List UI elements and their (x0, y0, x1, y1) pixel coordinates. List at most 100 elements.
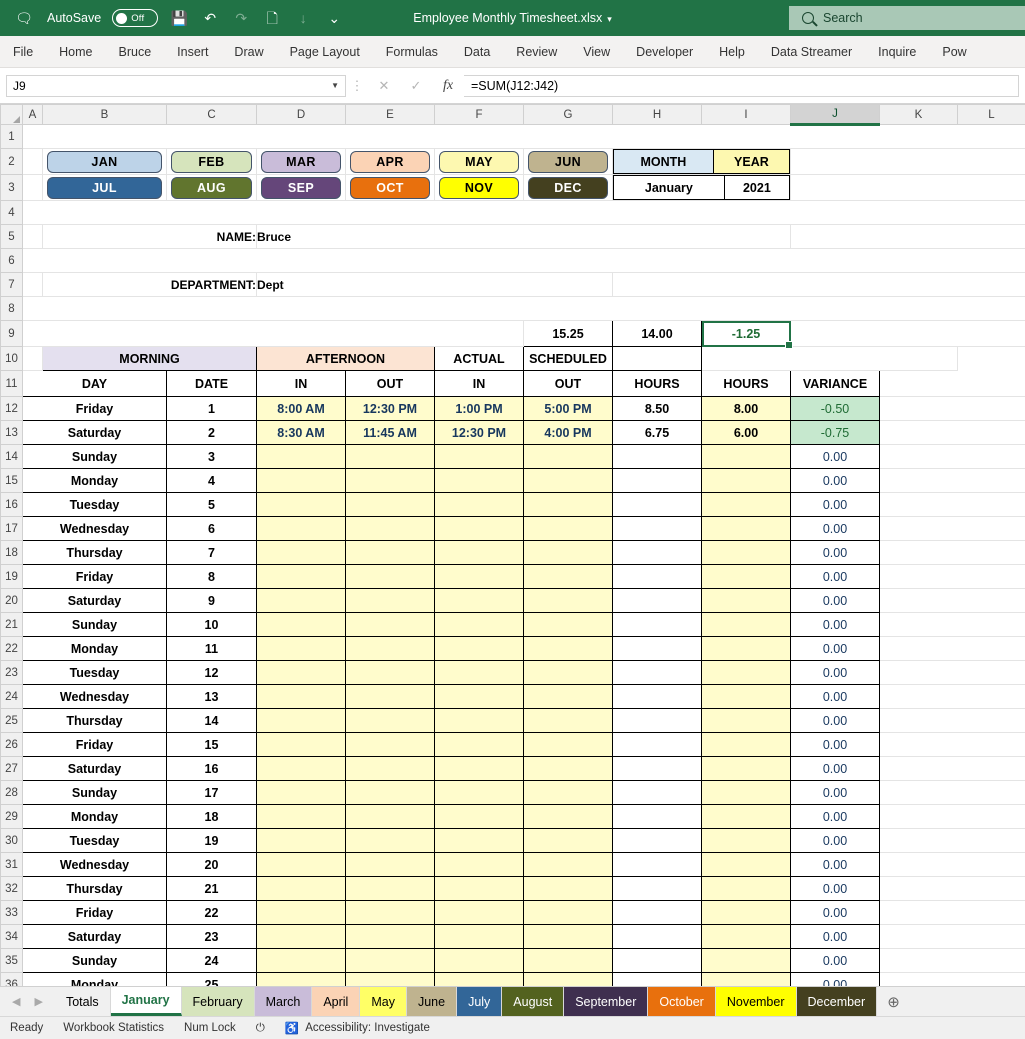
column-header-I[interactable]: I (702, 105, 791, 125)
afternoon-in-cell[interactable] (435, 925, 524, 949)
scheduled-hours-cell[interactable] (702, 757, 791, 781)
month-button-jun[interactable]: JUN (528, 151, 608, 173)
day-cell[interactable]: Saturday (23, 757, 167, 781)
month-button-mar[interactable]: MAR (261, 151, 341, 173)
ribbon-tab-inquire[interactable]: Inquire (865, 36, 929, 68)
scheduled-hours-cell[interactable] (702, 613, 791, 637)
month-button-cell[interactable]: APR (346, 149, 435, 175)
sheet-tab-may[interactable]: May (360, 987, 407, 1016)
date-cell[interactable]: 18 (167, 805, 257, 829)
afternoon-in-cell[interactable] (435, 709, 524, 733)
day-cell[interactable]: Thursday (23, 709, 167, 733)
morning-out-cell[interactable] (346, 565, 435, 589)
variance-cell[interactable]: 0.00 (791, 709, 880, 733)
morning-in-cell[interactable] (257, 589, 346, 613)
morning-out-cell[interactable] (346, 733, 435, 757)
month-button-nov[interactable]: NOV (439, 177, 519, 199)
afternoon-out-cell[interactable] (524, 517, 613, 541)
actual-hours-cell[interactable] (613, 877, 702, 901)
sheet-tab-august[interactable]: August (502, 987, 564, 1016)
ribbon-tab-page-layout[interactable]: Page Layout (277, 36, 373, 68)
afternoon-out-cell[interactable] (524, 685, 613, 709)
row-header-16[interactable]: 16 (1, 493, 23, 517)
afternoon-out-cell[interactable] (524, 829, 613, 853)
morning-out-cell[interactable] (346, 493, 435, 517)
morning-out-cell[interactable]: 12:30 PM (346, 397, 435, 421)
empty-cell[interactable] (880, 445, 1025, 469)
scheduled-hours-cell[interactable] (702, 901, 791, 925)
empty-cell[interactable] (23, 225, 43, 249)
day-cell[interactable]: Friday (23, 901, 167, 925)
empty-cell[interactable] (880, 517, 1025, 541)
afternoon-out-cell[interactable] (524, 661, 613, 685)
actual-hours-cell[interactable] (613, 469, 702, 493)
row-header-11[interactable]: 11 (1, 371, 23, 397)
day-cell[interactable]: Monday (23, 469, 167, 493)
row-header-4[interactable]: 4 (1, 201, 23, 225)
empty-cell[interactable] (613, 273, 1025, 297)
actual-hours-cell[interactable] (613, 541, 702, 565)
empty-cell[interactable] (880, 541, 1025, 565)
ribbon-tab-data[interactable]: Data (451, 36, 503, 68)
empty-cell[interactable] (880, 493, 1025, 517)
morning-in-cell[interactable] (257, 949, 346, 973)
row-header-13[interactable]: 13 (1, 421, 23, 445)
empty-cell[interactable] (880, 709, 1025, 733)
column-header-B[interactable]: B (43, 105, 167, 125)
day-cell[interactable]: Friday (23, 397, 167, 421)
empty-cell[interactable] (880, 757, 1025, 781)
row-header-35[interactable]: 35 (1, 949, 23, 973)
actual-hours-cell[interactable] (613, 445, 702, 469)
month-button-cell[interactable]: JUN (524, 149, 613, 175)
ribbon-tab-data-streamer[interactable]: Data Streamer (758, 36, 865, 68)
sheet-tab-february[interactable]: February (182, 987, 255, 1016)
morning-in-cell[interactable] (257, 829, 346, 853)
empty-cell[interactable] (23, 149, 43, 175)
empty-cell[interactable] (880, 589, 1025, 613)
morning-out-cell[interactable] (346, 589, 435, 613)
scheduled-hours-cell[interactable] (702, 925, 791, 949)
morning-in-cell[interactable] (257, 709, 346, 733)
morning-out-cell[interactable] (346, 445, 435, 469)
month-button-cell[interactable]: JUL (43, 175, 167, 201)
empty-cell[interactable] (791, 321, 1025, 347)
afternoon-in-cell[interactable] (435, 733, 524, 757)
afternoon-out-cell[interactable] (524, 565, 613, 589)
morning-out-cell[interactable] (346, 757, 435, 781)
actual-hours-cell[interactable] (613, 637, 702, 661)
morning-out-cell[interactable] (346, 661, 435, 685)
morning-out-cell[interactable] (346, 805, 435, 829)
ribbon-tab-draw[interactable]: Draw (221, 36, 276, 68)
day-cell[interactable]: Friday (23, 733, 167, 757)
actual-hours-cell[interactable] (613, 589, 702, 613)
actual-hours-cell[interactable] (613, 949, 702, 973)
afternoon-out-cell[interactable] (524, 901, 613, 925)
afternoon-in-cell[interactable] (435, 901, 524, 925)
day-cell[interactable]: Tuesday (23, 829, 167, 853)
afternoon-in-cell[interactable] (435, 517, 524, 541)
afternoon-in-cell[interactable] (435, 541, 524, 565)
afternoon-out-cell[interactable]: 4:00 PM (524, 421, 613, 445)
variance-cell[interactable]: 0.00 (791, 805, 880, 829)
morning-in-cell[interactable] (257, 901, 346, 925)
row-header-25[interactable]: 25 (1, 709, 23, 733)
day-cell[interactable]: Sunday (23, 613, 167, 637)
actual-hours-cell[interactable] (613, 829, 702, 853)
empty-cell[interactable] (880, 565, 1025, 589)
morning-in-cell[interactable] (257, 565, 346, 589)
sheet-tab-january[interactable]: January (111, 987, 182, 1016)
afternoon-in-cell[interactable] (435, 757, 524, 781)
afternoon-out-cell[interactable] (524, 853, 613, 877)
empty-cell[interactable] (880, 925, 1025, 949)
column-header-G[interactable]: G (524, 105, 613, 125)
empty-cell[interactable] (23, 321, 524, 347)
month-button-cell[interactable]: MAY (435, 149, 524, 175)
afternoon-out-cell[interactable] (524, 469, 613, 493)
total-variance[interactable]: -1.25 (702, 321, 791, 347)
row-header-14[interactable]: 14 (1, 445, 23, 469)
actual-hours-cell[interactable] (613, 517, 702, 541)
morning-in-cell[interactable] (257, 685, 346, 709)
variance-cell[interactable]: 0.00 (791, 541, 880, 565)
day-cell[interactable]: Sunday (23, 445, 167, 469)
name-box[interactable]: J9 ▼ (6, 75, 346, 97)
